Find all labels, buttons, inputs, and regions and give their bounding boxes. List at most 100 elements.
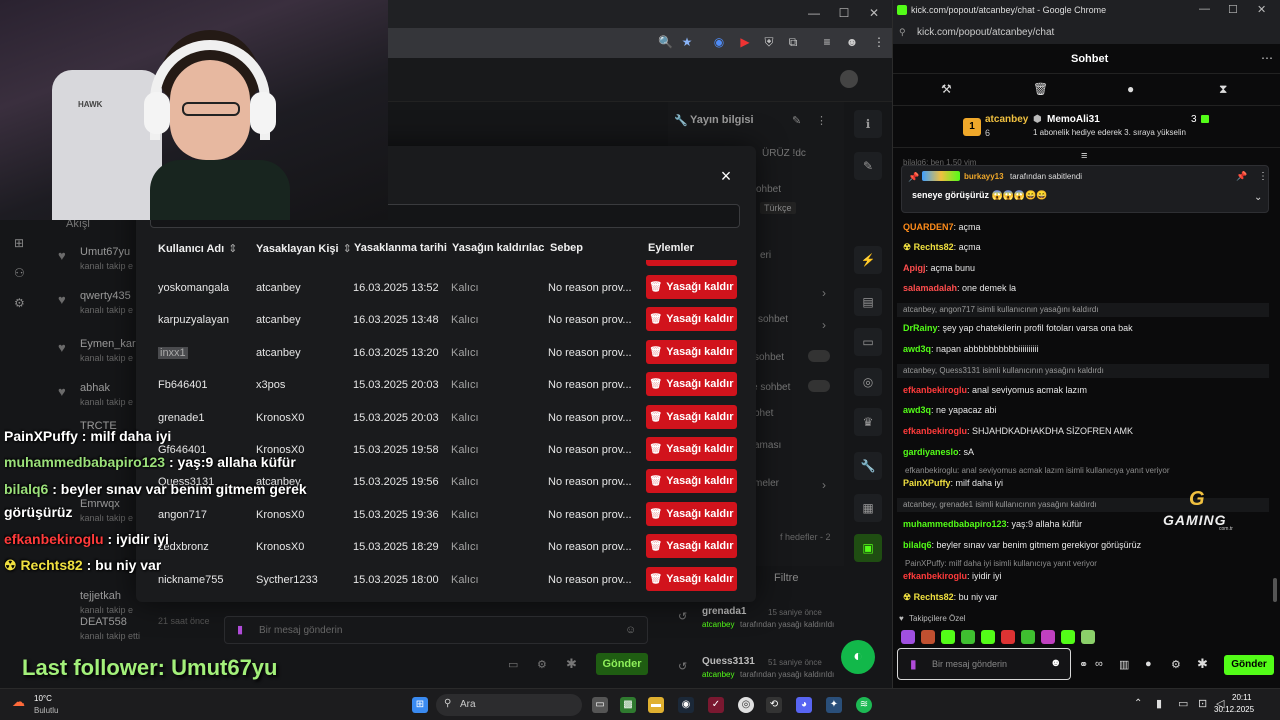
unban-button[interactable]: 🗑 Yasağı kaldır	[646, 566, 737, 591]
clock-time[interactable]: 20:11	[1232, 693, 1251, 702]
chat-username[interactable]: awd3q	[903, 344, 931, 354]
follower-name[interactable]: tejjetkah	[80, 590, 121, 602]
unban-button[interactable]: 🗑 Yasağı kaldır	[646, 404, 737, 429]
chat-username[interactable]: muhammedbabapiro123	[903, 519, 1007, 529]
bolt-icon[interactable]: ⚡	[854, 246, 882, 274]
weather-temp[interactable]: 10°C	[34, 694, 52, 703]
chat-username[interactable]: awd3q	[903, 405, 931, 415]
puzzle-icon[interactable]: ✱	[1197, 656, 1208, 672]
network-icon[interactable]: ⊡	[1198, 697, 1207, 710]
emote[interactable]	[1061, 630, 1075, 644]
settings-icon[interactable]: ⚙	[14, 296, 25, 310]
extension-icon[interactable]: ◉	[712, 35, 726, 49]
emote[interactable]	[961, 630, 975, 644]
column-header[interactable]: Sebep	[550, 242, 583, 254]
close-window-icon[interactable]: ✕	[1257, 3, 1266, 16]
puzzle-extensions-icon[interactable]: ⧉	[786, 35, 800, 49]
info-icon[interactable]: ℹ	[854, 110, 882, 138]
chevron-right-icon[interactable]: ›	[822, 286, 826, 300]
send-button[interactable]: Gönder	[596, 653, 648, 675]
headset-support-icon[interactable]: ◐	[841, 640, 875, 674]
app-icon[interactable]: ⟲	[766, 697, 782, 713]
emote[interactable]	[1001, 630, 1015, 644]
display-icon[interactable]: ▭	[1178, 697, 1188, 710]
chat-username[interactable]: QUARDEN7	[903, 222, 954, 232]
edit-icon[interactable]: ✎	[792, 114, 801, 127]
pencil-icon[interactable]: ✎	[854, 152, 882, 180]
column-header[interactable]: Yasağın kaldırılaca	[452, 242, 544, 254]
unban-button-partial[interactable]	[646, 260, 737, 266]
settings-icon[interactable]: ⚙	[537, 658, 547, 671]
youtube-extension-icon[interactable]: ▶	[738, 35, 752, 49]
chat-username[interactable]: Apigj	[903, 263, 926, 273]
gifter-name[interactable]: atcanbey	[985, 114, 1028, 125]
send-button[interactable]: Gönder	[1224, 655, 1274, 675]
unban-button[interactable]: 🗑 Yasağı kaldır	[646, 437, 737, 461]
url-text[interactable]: kick.com/popout/atcanbey/chat	[917, 27, 1054, 38]
emote[interactable]	[901, 630, 915, 644]
chat-username[interactable]: ☢ Rechts82	[903, 242, 954, 252]
broadcast-icon[interactable]: ◎	[854, 368, 882, 396]
trash-icon[interactable]: 🗑	[1033, 82, 1048, 96]
grid-icon[interactable]: ▦	[854, 494, 882, 522]
hourglass-icon[interactable]: ⧗	[1219, 82, 1227, 97]
emote[interactable]	[981, 630, 995, 644]
task-view-icon[interactable]: ▭	[592, 697, 608, 713]
unban-button[interactable]: 🗑 Yasağı kaldır	[646, 307, 737, 332]
chat-username[interactable]: DrRainy	[903, 323, 938, 333]
community-icon[interactable]: ⚇	[14, 266, 25, 280]
column-header[interactable]: Yasaklayan Kişi ⇕	[256, 242, 352, 255]
activity-user[interactable]: Quess3131	[702, 656, 755, 667]
toggle-switch[interactable]	[808, 380, 830, 392]
chat-username[interactable]: efkanbekiroglu	[903, 385, 967, 395]
weather-icon[interactable]: ☁	[12, 694, 25, 710]
profile-icon[interactable]: ☻	[845, 35, 859, 49]
chat-bubble-icon[interactable]: ▭	[508, 658, 518, 671]
unban-button[interactable]: 🗑 Yasağı kaldır	[646, 534, 737, 559]
chevron-down-icon[interactable]: ⌄	[1254, 192, 1262, 203]
site-info-icon[interactable]: ⚲	[899, 27, 906, 38]
file-explorer-icon[interactable]: ▬	[648, 697, 664, 713]
windows-start-icon[interactable]: ⊞	[412, 697, 428, 713]
chat-username[interactable]: bilalq6	[903, 540, 932, 550]
emote[interactable]	[1081, 630, 1095, 644]
follower-name[interactable]: qwerty435	[80, 290, 131, 302]
more-icon[interactable]: ⋮	[816, 114, 827, 127]
emote[interactable]	[1021, 630, 1035, 644]
unban-button[interactable]: 🗑 Yasağı kaldır	[646, 372, 737, 397]
shield-extension-icon[interactable]: ⛨	[762, 35, 776, 49]
chat-input-left[interactable]: ▮ Bir mesaj gönderin ☺	[224, 616, 648, 644]
chat-bubble-icon[interactable]: ▭	[854, 328, 882, 356]
clock-date[interactable]: 30.12.2025	[1214, 705, 1254, 714]
unban-button[interactable]: 🗑 Yasağı kaldır	[646, 469, 737, 494]
chrome-icon[interactable]: ◎	[738, 697, 754, 713]
infinity-icon[interactable]: ∞	[1095, 658, 1103, 670]
scrollbar[interactable]	[1273, 578, 1277, 602]
spotify-icon[interactable]: ≋	[856, 697, 872, 713]
steam-icon[interactable]: ◉	[678, 697, 694, 713]
chat-username[interactable]: ☢ Rechts82	[903, 592, 954, 602]
unban-button[interactable]: 🗑 Yasağı kaldır	[646, 339, 737, 364]
emote[interactable]	[1041, 630, 1055, 644]
chat-bubble-icon[interactable]: ●	[1127, 82, 1134, 96]
hammer-icon[interactable]: ⚒	[941, 82, 952, 96]
follower-name[interactable]: Eymen_kar	[80, 338, 136, 350]
close-window-icon[interactable]: ✕	[866, 6, 882, 20]
app-icon[interactable]: ✓	[708, 697, 724, 713]
store-icon[interactable]: ▥	[1119, 658, 1129, 671]
zoom-icon[interactable]: 🔍	[658, 35, 673, 49]
emoji-icon[interactable]: ☺	[625, 624, 636, 636]
pin-icon[interactable]: 📌	[1236, 171, 1247, 182]
more-icon[interactable]: ⋮	[1258, 171, 1268, 182]
connection-icon[interactable]: ⚭	[1079, 658, 1088, 671]
dashboard-icon[interactable]: ⊞	[14, 236, 24, 250]
toggle-switch[interactable]	[808, 350, 830, 362]
chevron-right-icon[interactable]: ›	[822, 478, 826, 492]
close-icon[interactable]: ×	[716, 166, 736, 186]
mic-icon[interactable]: ▮	[1156, 697, 1162, 710]
chevron-up-icon[interactable]: ⌃	[1134, 698, 1142, 709]
activity-user[interactable]: grenada1	[702, 606, 746, 617]
more-icon[interactable]: ⋯	[1261, 51, 1273, 65]
activity-actor[interactable]: atcanbey	[702, 670, 734, 679]
app-icon[interactable]: ✦	[826, 697, 842, 713]
